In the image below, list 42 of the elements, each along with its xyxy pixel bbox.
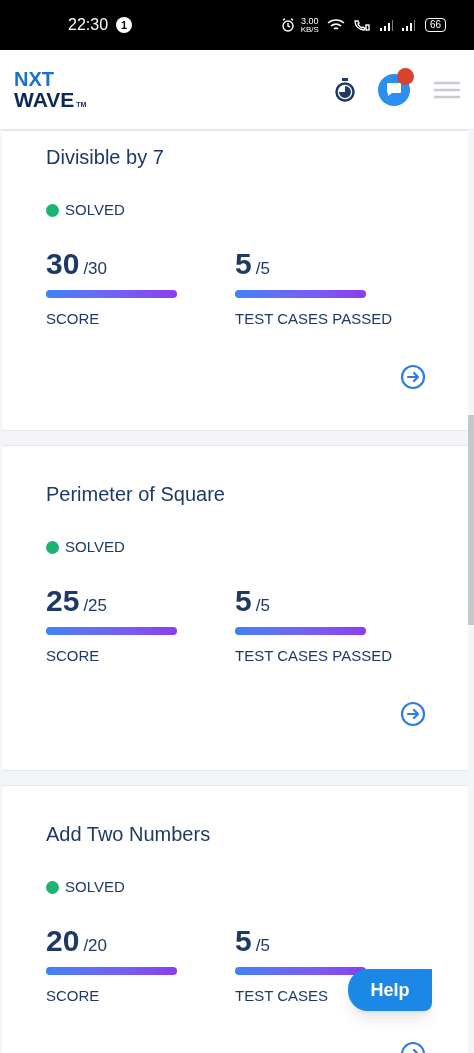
signal-icon — [378, 18, 395, 32]
status-label: SOLVED — [65, 537, 125, 557]
help-button[interactable]: Help — [348, 969, 432, 1011]
chat-icon — [386, 82, 402, 97]
signal-icon — [400, 18, 417, 32]
metric-total: /30 — [83, 257, 107, 280]
metric-label: TEST CASES PASSED — [235, 308, 392, 329]
metric-value: 5 — [235, 922, 252, 959]
battery-level: 66 — [424, 18, 446, 32]
metric-value: 5 — [235, 245, 252, 282]
arrow-right-circle-icon[interactable] — [400, 364, 426, 390]
problem-title: Perimeter of Square — [46, 482, 226, 507]
metric-label: TEST CASES — [235, 985, 329, 1006]
metric-total: /25 — [83, 594, 107, 617]
clock-time: 22:30 — [68, 15, 109, 35]
status-label: SOLVED — [65, 200, 125, 220]
logo-text[interactable]: NXT — [14, 69, 87, 89]
speed-unit: KB/S — [300, 25, 319, 34]
metric-value: 5 — [235, 582, 252, 619]
logo-text[interactable]: WAVE — [14, 89, 75, 110]
metric-label: TEST CASES PASSED — [235, 645, 392, 666]
metric-value: 20 — [46, 922, 80, 959]
alarm-icon — [280, 18, 295, 32]
metric-value: 25 — [46, 582, 80, 619]
arrow-right-circle-icon[interactable] — [400, 701, 426, 727]
metric-total: /5 — [255, 934, 270, 957]
metric-value: 30 — [46, 245, 80, 282]
speed-value: 3.00 — [301, 16, 319, 26]
notification-count: 1 — [116, 17, 133, 33]
metric-total: /20 — [83, 934, 107, 957]
metric-label: SCORE — [46, 985, 100, 1006]
metric-total: /5 — [255, 257, 270, 280]
phone-icon — [352, 18, 371, 32]
problem-title: Divisible by 7 — [46, 145, 165, 170]
metric-label: SCORE — [46, 645, 100, 666]
wifi-icon — [326, 18, 345, 32]
stopwatch-icon[interactable] — [334, 77, 356, 102]
metric-label: SCORE — [46, 308, 100, 329]
problem-title: Add Two Numbers — [46, 822, 212, 847]
status-label: SOLVED — [65, 877, 125, 897]
scrollbar-thumb[interactable] — [468, 415, 474, 625]
metric-total: /5 — [255, 594, 270, 617]
